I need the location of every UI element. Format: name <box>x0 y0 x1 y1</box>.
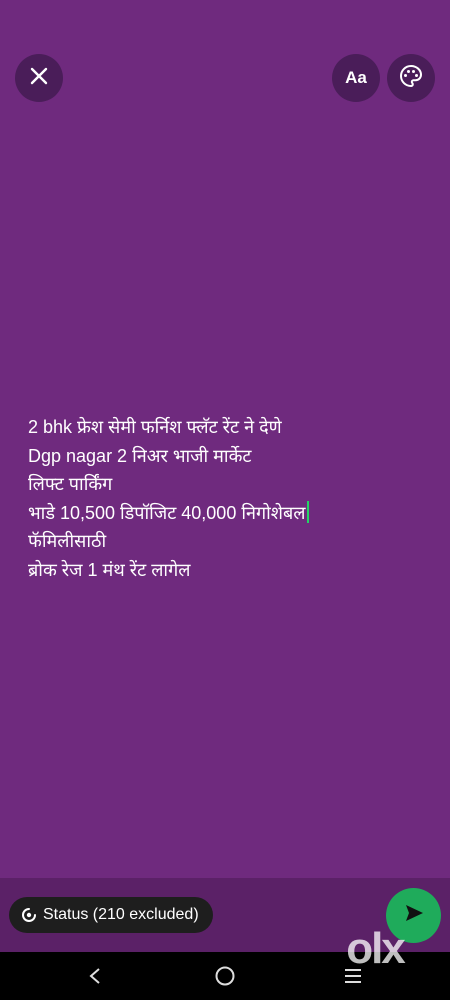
home-icon[interactable] <box>212 964 238 988</box>
status-text-line: फॅमिलीसाठी <box>28 531 107 551</box>
text-cursor <box>306 500 309 523</box>
back-icon[interactable] <box>80 964 110 988</box>
watermark-text: olx <box>346 924 406 973</box>
status-audience-button[interactable]: Status (210 excluded) <box>9 897 213 933</box>
palette-icon <box>399 64 423 93</box>
font-style-label: Aa <box>345 68 367 87</box>
close-icon <box>29 66 49 91</box>
status-text-line: लिफ्ट पार्किंग <box>28 474 113 494</box>
status-text-line: 2 bhk फ्रेश सेमी फर्निश फ्लॅट रेंट ने दे… <box>28 417 282 437</box>
status-ring-icon <box>21 907 37 923</box>
font-style-button[interactable]: Aa <box>332 54 380 102</box>
color-palette-button[interactable] <box>387 54 435 102</box>
close-button[interactable] <box>15 54 63 102</box>
status-audience-label: Status (210 excluded) <box>43 906 199 923</box>
status-text-line: भाडे 10,500 डिपॉजिट 40,000 निगोशेबल <box>28 502 306 523</box>
status-text-input[interactable]: 2 bhk फ्रेश सेमी फर्निश फ्लॅट रेंट ने दे… <box>28 413 428 584</box>
status-text-line: Dgp nagar 2 निअर भाजी मार्केट <box>28 445 252 466</box>
olx-watermark-logo: olx <box>334 924 416 973</box>
status-text-line: ब्रोक रेज 1 मंथ रेंट लागेल <box>28 559 191 580</box>
